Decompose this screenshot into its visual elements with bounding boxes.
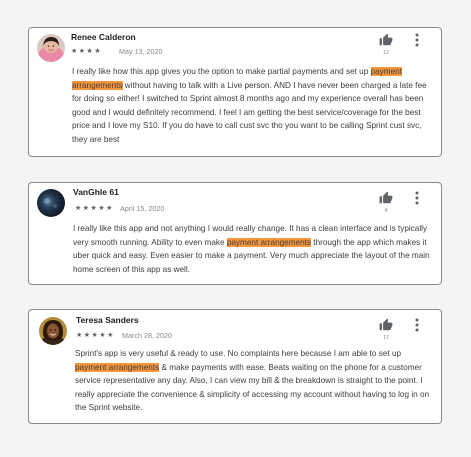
review-text: Sprint's app is very useful & ready to u… bbox=[75, 347, 431, 415]
like-count: 17 bbox=[382, 335, 390, 341]
review-text-after: without having to talk with a Live perso… bbox=[72, 80, 427, 144]
review-text: I really like this app and not anything … bbox=[73, 222, 431, 276]
star-rating: ★★★★★ bbox=[76, 332, 115, 339]
review-date: March 28, 2020 bbox=[122, 331, 172, 340]
star-rating: ★★★★ bbox=[71, 48, 103, 55]
review-date: May 13, 2020 bbox=[119, 47, 163, 56]
highlighted-phrase: payment arrangements bbox=[226, 237, 312, 247]
review-text-before: Sprint's app is very useful & ready to u… bbox=[75, 349, 402, 358]
review-card: VanGhle 61 ★★★★★ April 15, 2020 4 I real… bbox=[28, 182, 442, 285]
more-vert-icon[interactable] bbox=[413, 318, 421, 332]
review-card: Teresa Sanders ★★★★★ March 28, 2020 17 S… bbox=[28, 309, 442, 424]
like-count: 12 bbox=[382, 50, 390, 56]
review-text: I really like how this app gives you the… bbox=[72, 65, 431, 147]
review-card: Renee Calderon ★★★★ May 13, 2020 12 I re… bbox=[28, 27, 442, 157]
more-vert-icon[interactable] bbox=[413, 191, 421, 205]
reviewer-name: Teresa Sanders bbox=[76, 315, 139, 325]
reviewer-name: Renee Calderon bbox=[71, 32, 136, 42]
thumb-up-icon[interactable] bbox=[379, 318, 393, 332]
avatar[interactable] bbox=[37, 34, 65, 62]
reviewer-name: VanGhle 61 bbox=[73, 187, 119, 197]
review-text-before: I really like how this app gives you the… bbox=[72, 67, 371, 76]
thumb-up-icon[interactable] bbox=[379, 33, 393, 47]
review-date: April 15, 2020 bbox=[120, 204, 165, 213]
avatar[interactable] bbox=[39, 317, 67, 345]
highlighted-phrase: payment arrangements bbox=[75, 362, 160, 372]
more-vert-icon[interactable] bbox=[413, 33, 421, 47]
like-count: 4 bbox=[384, 208, 388, 214]
thumb-up-icon[interactable] bbox=[379, 191, 393, 205]
avatar[interactable] bbox=[37, 189, 65, 217]
star-rating: ★★★★★ bbox=[75, 205, 114, 212]
